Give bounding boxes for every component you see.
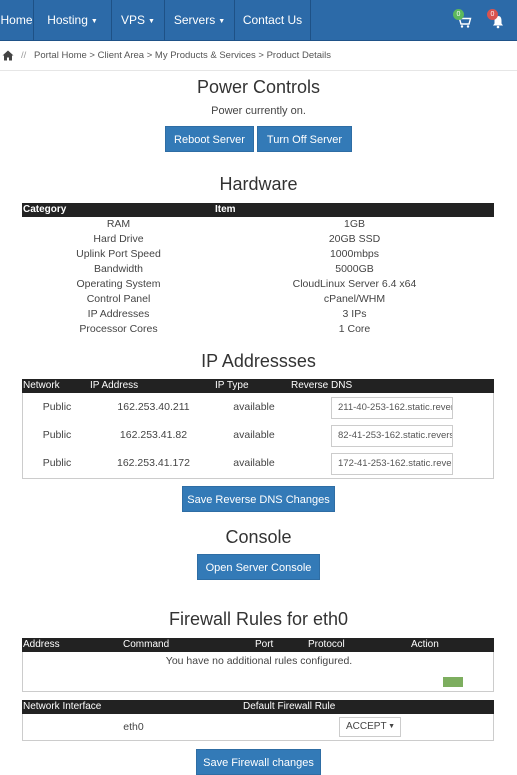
ip-address: 162.253.41.172 <box>117 457 190 469</box>
chevron-down-icon: ▼ <box>148 18 155 25</box>
breadcrumb: // Portal Home > Client Area > My Produc… <box>0 42 517 71</box>
notification-count-badge: 0 <box>487 9 498 20</box>
hardware-item: cPanel/WHM <box>323 293 386 305</box>
hardware-table-header: Category Item <box>22 203 494 217</box>
cart-count-badge: 0 <box>453 9 464 20</box>
ip-type: available <box>233 429 275 441</box>
hardware-item: CloudLinux Server 6.4 x64 <box>292 278 417 290</box>
ip-col-type: IP Type <box>215 380 249 391</box>
nav-vps-label: VPS <box>121 13 146 27</box>
chevron-down-icon: ▼ <box>218 18 226 25</box>
firewall-col-command: Command <box>123 639 170 650</box>
firewall-col-address: Address <box>23 639 60 650</box>
ip-address: 162.253.40.211 <box>117 401 190 413</box>
firewall-col-port: Port <box>255 639 274 650</box>
ip-type: available <box>233 457 275 469</box>
ip-addresses-title: IP Addressses <box>201 351 316 371</box>
hardware-col-category: Category <box>23 204 67 215</box>
open-server-console-button[interactable]: Open Server Console <box>197 554 320 580</box>
ip-col-reverse-dns: Reverse DNS <box>291 380 353 391</box>
firewall-interface-body: eth0 ACCEPT ▼ <box>22 714 494 741</box>
firewall-empty-message: You have no additional rules configured. <box>165 655 353 667</box>
power-status-text: Power currently on. <box>211 105 306 117</box>
power-controls-title: Power Controls <box>196 77 321 97</box>
turn-off-server-button[interactable]: Turn Off Server <box>257 126 352 152</box>
nav-home-label: Home <box>0 13 33 27</box>
firewall-col-default-rule: Default Firewall Rule <box>243 701 336 712</box>
network-interface-name: eth0 <box>123 721 144 733</box>
reboot-server-button[interactable]: Reboot Server <box>165 126 254 152</box>
hardware-item: 1GB <box>343 218 365 230</box>
save-reverse-dns-button[interactable]: Save Reverse DNS Changes <box>182 486 335 512</box>
hardware-category: Processor Cores <box>79 323 158 335</box>
firewall-col-interface: Network Interface <box>23 701 102 712</box>
hardware-item: 20GB SSD <box>328 233 381 245</box>
breadcrumb-separator: // <box>21 50 27 61</box>
nav-vps[interactable]: VPS ▼ <box>112 0 165 41</box>
firewall-col-action: Action <box>411 639 439 650</box>
nav-servers-label: Servers <box>173 13 216 27</box>
nav-contact-label: Contact Us <box>242 13 303 27</box>
hardware-category: Uplink Port Speed <box>76 248 161 260</box>
nav-contact-us[interactable]: Contact Us <box>235 0 311 41</box>
ip-network: Public <box>42 401 72 413</box>
save-firewall-button[interactable]: Save Firewall changes <box>196 749 321 775</box>
reverse-dns-input[interactable]: 172-41-253-162.static.reverse <box>331 453 453 475</box>
ip-col-network: Network <box>23 380 60 391</box>
hardware-category: RAM <box>106 218 131 230</box>
hardware-col-item: Item <box>215 204 236 215</box>
firewall-rules-header: Address Command Port Protocol Action <box>22 638 494 652</box>
hardware-item: 1000mbps <box>329 248 380 260</box>
chevron-down-icon: ▼ <box>388 723 395 730</box>
console-title: Console <box>225 527 292 547</box>
hardware-category: IP Addresses <box>87 308 150 320</box>
hardware-category: Hard Drive <box>93 233 144 245</box>
notifications-button[interactable]: 0 <box>487 9 507 30</box>
hardware-title: Hardware <box>219 174 298 194</box>
hardware-category: Operating System <box>76 278 161 290</box>
top-navbar: Home Hosting ▼ VPS ▼ Servers ▼ Contact Us 0… <box>0 0 517 41</box>
default-rule-select[interactable]: ACCEPT ▼ <box>339 717 401 737</box>
firewall-rules-body: You have no additional rules configured. <box>22 652 494 692</box>
firewall-interface-header: Network Interface Default Firewall Rule <box>22 700 494 714</box>
ip-network: Public <box>42 457 72 469</box>
reverse-dns-input[interactable]: 211-40-253-162.static.reverse <box>331 397 453 419</box>
ip-network: Public <box>42 429 72 441</box>
reverse-dns-input[interactable]: 82-41-253-162.static.reverse <box>331 425 453 447</box>
cart-button[interactable]: 0 <box>453 9 473 30</box>
home-icon[interactable] <box>2 50 14 61</box>
firewall-col-protocol: Protocol <box>308 639 345 650</box>
hardware-category: Bandwidth <box>93 263 144 275</box>
breadcrumb-trail[interactable]: Portal Home > Client Area > My Products … <box>34 42 331 70</box>
chevron-down-icon: ▼ <box>90 18 98 25</box>
nav-home[interactable]: Home <box>0 0 34 41</box>
firewall-title: Firewall Rules for eth0 <box>168 609 349 629</box>
hardware-item: 3 IPs <box>342 308 367 320</box>
hardware-category: Control Panel <box>86 293 151 305</box>
ip-type: available <box>233 401 275 413</box>
hardware-item: 1 Core <box>338 323 371 335</box>
default-rule-value: ACCEPT <box>346 721 387 732</box>
ip-col-address: IP Address <box>90 380 139 391</box>
ip-table-header: Network IP Address IP Type Reverse DNS <box>22 379 494 393</box>
add-rule-button[interactable] <box>443 677 463 687</box>
hardware-item: 5000GB <box>335 263 374 275</box>
nav-servers[interactable]: Servers ▼ <box>165 0 235 41</box>
nav-hosting-label: Hosting <box>47 13 88 27</box>
nav-hosting[interactable]: Hosting ▼ <box>34 0 112 41</box>
ip-address: 162.253.41.82 <box>119 429 188 441</box>
ip-table-body: Public 162.253.40.211 available 211-40-2… <box>22 393 494 479</box>
